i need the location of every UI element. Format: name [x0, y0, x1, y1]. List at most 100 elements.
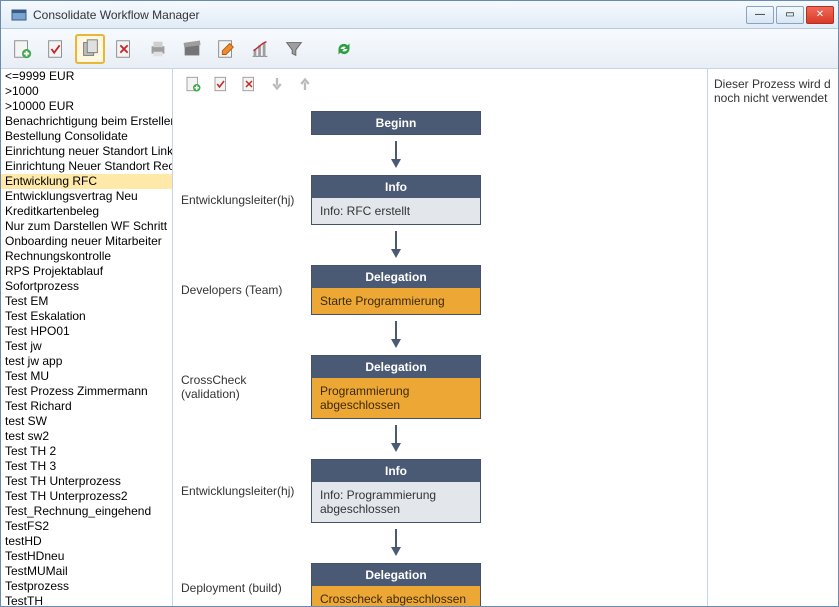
role-label: Deployment (build) — [181, 581, 311, 595]
close-button[interactable]: ✕ — [806, 6, 834, 24]
sidebar-item[interactable]: Test TH Unterprozess — [1, 474, 172, 489]
window-title: Consolidate Workflow Manager — [33, 8, 746, 22]
arrow-down-icon — [388, 523, 404, 563]
flow-row: Developers (Team)DelegationStarte Progra… — [181, 265, 707, 315]
copy-button[interactable] — [75, 34, 105, 64]
maximize-button[interactable]: ▭ — [776, 6, 804, 24]
sidebar-item[interactable]: TestTH — [1, 594, 172, 606]
sidebar-item[interactable]: Einrichtung neuer Standort Linker T — [1, 144, 172, 159]
sidebar-item[interactable]: Test HPO01 — [1, 324, 172, 339]
step-delete-button[interactable] — [237, 72, 261, 96]
sidebar-item[interactable]: Test Eskalation — [1, 309, 172, 324]
flow-node[interactable]: DelegationProgrammierung abgeschlossen — [311, 355, 481, 419]
flow-node[interactable]: Beginn — [311, 111, 481, 135]
flow-node-body: Info: RFC erstellt — [312, 198, 480, 224]
arrow-down-icon — [388, 135, 404, 175]
step-save-button[interactable] — [209, 72, 233, 96]
titlebar: Consolidate Workflow Manager — ▭ ✕ — [1, 1, 838, 29]
app-icon — [11, 7, 27, 23]
app-window: Consolidate Workflow Manager — ▭ ✕ <=999… — [0, 0, 839, 607]
sidebar-item[interactable]: Einrichtung Neuer Standort Rechte — [1, 159, 172, 174]
flow-node-body: Programmierung abgeschlossen — [312, 378, 480, 418]
flow-row: Beginn — [181, 111, 707, 135]
sidebar-item[interactable]: Test Richard — [1, 399, 172, 414]
flow-node[interactable]: DelegationStarte Programmierung — [311, 265, 481, 315]
minimize-icon: — — [755, 10, 765, 20]
canvas-toolbar — [173, 69, 707, 99]
sidebar-item[interactable]: Entwicklung RFC — [1, 174, 172, 189]
flow-node-head: Info — [312, 176, 480, 198]
sidebar-item[interactable]: Test TH 3 — [1, 459, 172, 474]
new-button[interactable] — [7, 34, 37, 64]
sidebar-item[interactable]: Bestellung Consolidate — [1, 129, 172, 144]
flow-node-head: Delegation — [312, 564, 480, 586]
sidebar-item[interactable]: test SW — [1, 414, 172, 429]
flow-node-body: Crosscheck abgeschlossen — [312, 586, 480, 606]
flow-node-head: Beginn — [312, 112, 480, 134]
clapper-button[interactable] — [177, 34, 207, 64]
role-label: CrossCheck (validation) — [181, 373, 311, 401]
flow-row: Entwicklungsleiter(hj)InfoInfo: Programm… — [181, 459, 707, 523]
flow-node-head: Delegation — [312, 266, 480, 288]
sidebar-item[interactable]: Benachrichtigung beim Erstellen — [1, 114, 172, 129]
sidebar-item[interactable]: TestFS2 — [1, 519, 172, 534]
sidebar-item[interactable]: Onboarding neuer Mitarbeiter — [1, 234, 172, 249]
sidebar-item[interactable]: Kreditkartenbeleg — [1, 204, 172, 219]
step-movedown-button[interactable] — [265, 72, 289, 96]
step-new-button[interactable] — [181, 72, 205, 96]
sidebar-item[interactable]: testHD — [1, 534, 172, 549]
main-toolbar — [1, 29, 838, 69]
window-controls: — ▭ ✕ — [746, 6, 834, 24]
flow-node[interactable]: DelegationCrosscheck abgeschlossen — [311, 563, 481, 606]
sidebar-item[interactable]: <=9999 EUR — [1, 69, 172, 84]
sidebar-item[interactable]: RPS Projektablauf — [1, 264, 172, 279]
sidebar-item[interactable]: Test_Rechnung_eingehend — [1, 504, 172, 519]
flow-node-head: Delegation — [312, 356, 480, 378]
sidebar-item[interactable]: Entwicklungsvertrag Neu — [1, 189, 172, 204]
flow-node[interactable]: InfoInfo: RFC erstellt — [311, 175, 481, 225]
sidebar-item[interactable]: Nur zum Darstellen WF Schritt — [1, 219, 172, 234]
sidebar-item[interactable]: Testprozess — [1, 579, 172, 594]
flow-node-body: Info: Programmierung abgeschlossen — [312, 482, 480, 522]
flow-row: Entwicklungsleiter(hj)InfoInfo: RFC erst… — [181, 175, 707, 225]
role-label: Entwicklungsleiter(hj) — [181, 484, 311, 498]
sidebar-item[interactable]: Test Prozess Zimmermann — [1, 384, 172, 399]
sidebar-item[interactable]: Test EM — [1, 294, 172, 309]
arrow-down-icon — [388, 419, 404, 459]
sidebar-item[interactable]: Test TH Unterprozess2 — [1, 489, 172, 504]
refresh-button[interactable] — [329, 34, 359, 64]
sidebar-item[interactable]: test sw2 — [1, 429, 172, 444]
role-label: Entwicklungsleiter(hj) — [181, 193, 311, 207]
workflow-canvas-pane: BeginnEntwicklungsleiter(hj)InfoInfo: RF… — [173, 69, 708, 606]
sidebar-item[interactable]: Test MU — [1, 369, 172, 384]
filter-button[interactable] — [279, 34, 309, 64]
save-button[interactable] — [41, 34, 71, 64]
info-pane: Dieser Prozess wird d noch nicht verwend… — [708, 69, 838, 606]
role-label: Developers (Team) — [181, 283, 311, 297]
flow-node-head: Info — [312, 460, 480, 482]
info-text: Dieser Prozess wird d noch nicht verwend… — [714, 77, 832, 105]
sidebar-item[interactable]: Rechnungskontrolle — [1, 249, 172, 264]
sidebar-item[interactable]: >1000 — [1, 84, 172, 99]
sidebar-item[interactable]: Test TH 2 — [1, 444, 172, 459]
workflow-list[interactable]: <=9999 EUR>1000>10000 EURBenachrichtigun… — [1, 69, 173, 606]
flow-node[interactable]: InfoInfo: Programmierung abgeschlossen — [311, 459, 481, 523]
print-button[interactable] — [143, 34, 173, 64]
workflow-canvas[interactable]: BeginnEntwicklungsleiter(hj)InfoInfo: RF… — [173, 99, 707, 606]
stats-button[interactable] — [245, 34, 275, 64]
delete-button[interactable] — [109, 34, 139, 64]
flow-node-body: Starte Programmierung — [312, 288, 480, 314]
sidebar-item[interactable]: >10000 EUR — [1, 99, 172, 114]
sidebar-item[interactable]: Test jw — [1, 339, 172, 354]
close-icon: ✕ — [816, 10, 824, 20]
sidebar-item[interactable]: Sofortprozess — [1, 279, 172, 294]
flow-row: Deployment (build)DelegationCrosscheck a… — [181, 563, 707, 606]
edit-properties-button[interactable] — [211, 34, 241, 64]
sidebar-item[interactable]: test jw app — [1, 354, 172, 369]
arrow-down-icon — [388, 315, 404, 355]
flow-row: CrossCheck (validation)DelegationProgram… — [181, 355, 707, 419]
step-moveup-button[interactable] — [293, 72, 317, 96]
sidebar-item[interactable]: TestHDneu — [1, 549, 172, 564]
minimize-button[interactable]: — — [746, 6, 774, 24]
sidebar-item[interactable]: TestMUMail — [1, 564, 172, 579]
